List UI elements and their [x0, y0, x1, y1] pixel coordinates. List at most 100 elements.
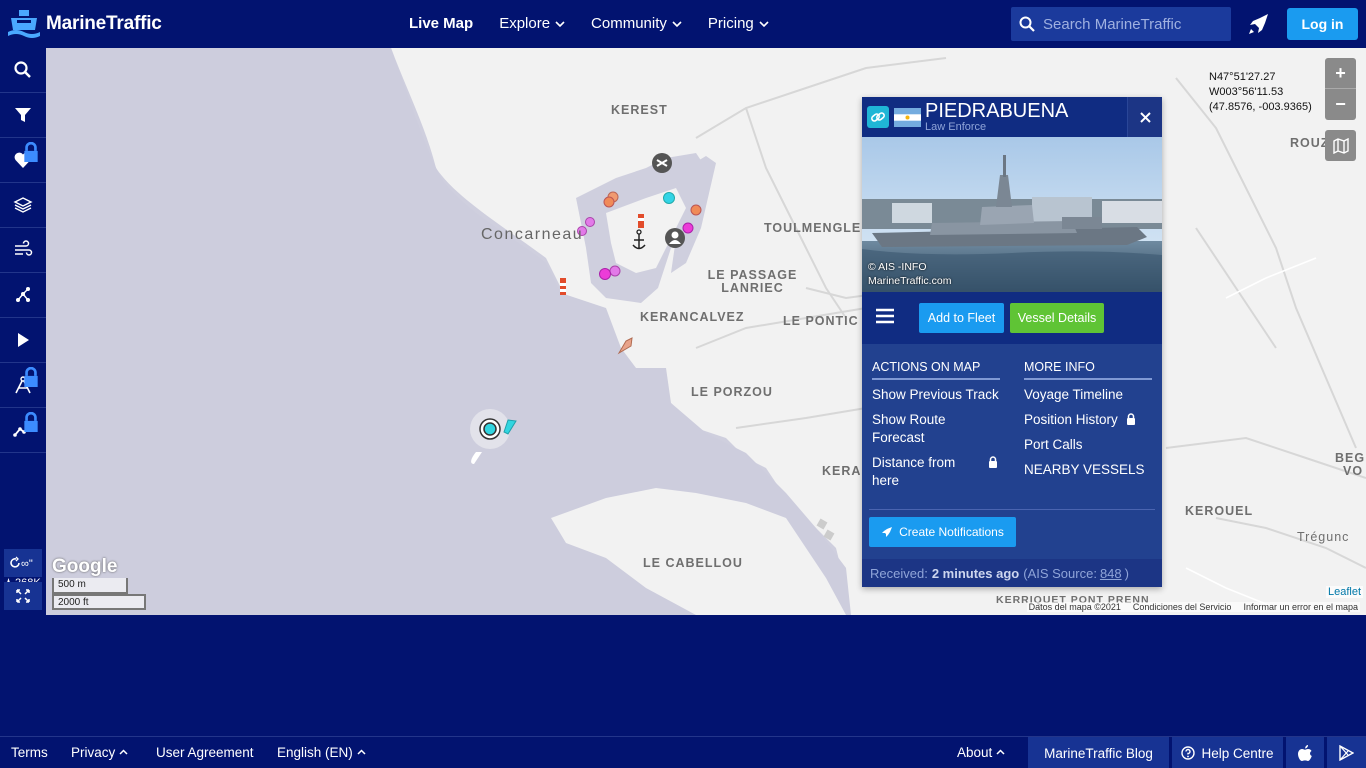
map-label: LE PASSAGE LANRIEC	[707, 268, 798, 295]
coord-decimal: (47.8576, -003.9365)	[1209, 101, 1312, 113]
wind-icon	[15, 240, 33, 256]
brand-logo[interactable]: MarineTraffic	[8, 9, 162, 39]
expand-icon	[16, 589, 30, 603]
photo-credit: © AIS -INFO MarineTraffic.com	[868, 260, 951, 288]
left-toolbar: 268K ∞"	[0, 48, 46, 615]
nav-live-map-label: Live Map	[409, 15, 474, 32]
search-box	[1011, 7, 1231, 41]
footer-user-agreement-link[interactable]: User Agreement	[156, 745, 254, 760]
voyage-timeline-link[interactable]: Voyage Timeline	[1024, 386, 1152, 404]
vessel-photo[interactable]: © AIS -INFO MarineTraffic.com	[862, 137, 1162, 292]
distance-from-here-link[interactable]: Distance from here	[872, 454, 1002, 490]
create-notifications-button[interactable]: Create Notifications	[869, 517, 1016, 547]
footer-ios-app-link[interactable]	[1286, 737, 1324, 768]
port-calls-label: Port Calls	[1024, 437, 1083, 452]
fullscreen-button[interactable]	[4, 582, 42, 610]
apple-icon	[1298, 745, 1312, 761]
argentina-flag-icon	[894, 108, 921, 127]
attribution-report-link[interactable]: Informar un error en el mapa	[1243, 602, 1358, 612]
footer-help-centre-label: Help Centre	[1201, 745, 1274, 761]
link-icon	[871, 112, 885, 122]
sidebar-search-button[interactable]	[0, 48, 46, 93]
map-label: LE PONTIC	[783, 314, 859, 328]
vessel-name[interactable]: PIEDRABUENA	[925, 100, 1068, 123]
sidebar-filter-button[interactable]	[0, 93, 46, 138]
footer-blog-label: MarineTraffic Blog	[1044, 745, 1153, 761]
lock-icon	[1126, 413, 1135, 425]
google-play-icon	[1339, 745, 1354, 761]
footer-android-app-link[interactable]	[1327, 737, 1366, 768]
vessel-details-button[interactable]: Vessel Details	[1010, 303, 1104, 333]
attribution-terms-link[interactable]: Condiciones del Servicio	[1133, 602, 1232, 612]
nav-community[interactable]: Community	[591, 15, 682, 32]
share-link-button[interactable]	[867, 106, 889, 128]
port-calls-link[interactable]: Port Calls	[1024, 436, 1152, 454]
sidebar-density-button[interactable]	[0, 273, 46, 318]
live-map[interactable]: KEREST Concarneau TOULMENGLE LE PASSAGE …	[46, 48, 1366, 615]
sidebar-layers-button[interactable]	[0, 183, 46, 228]
map-type-button[interactable]	[1325, 130, 1356, 161]
lock-icon	[24, 412, 38, 432]
lock-icon	[989, 456, 997, 468]
received-label: Received:	[870, 565, 928, 581]
more-info-title: MORE INFO	[1024, 360, 1152, 380]
vessel-popup-toolbar: Add to Fleet Vessel Details	[862, 292, 1162, 344]
show-previous-track-link[interactable]: Show Previous Track	[872, 386, 1002, 404]
coord-lat: N47°51'27.27	[1209, 71, 1276, 83]
zoom-out-button[interactable]: −	[1325, 89, 1356, 120]
chevron-down-icon	[555, 20, 565, 27]
footer-language-menu[interactable]: English (EN)	[277, 745, 366, 760]
sidebar-weather-button[interactable]	[0, 228, 46, 273]
map-label: Concarneau	[481, 226, 584, 243]
footer-about-menu[interactable]: About	[957, 745, 1005, 760]
ship-logo-icon	[8, 10, 40, 38]
map-label: KEREST	[611, 103, 668, 117]
map-icon	[1332, 137, 1349, 154]
ais-source-link[interactable]: 848	[1100, 566, 1122, 581]
nav-pricing[interactable]: Pricing	[708, 15, 769, 32]
add-to-fleet-button[interactable]: Add to Fleet	[919, 303, 1004, 333]
sidebar-playback-button[interactable]	[0, 318, 46, 363]
map-scale: 500 m 2000 ft	[52, 578, 146, 610]
footer-language-label: English (EN)	[277, 745, 353, 760]
nav-community-label: Community	[591, 15, 667, 32]
play-icon	[18, 333, 29, 347]
lock-icon	[24, 142, 38, 162]
position-history-link[interactable]: Position History	[1024, 411, 1152, 429]
chevron-up-icon	[119, 749, 128, 755]
show-route-forecast-link[interactable]: Show Route Forecast	[872, 411, 982, 447]
nav-live-map[interactable]: Live Map	[409, 15, 473, 32]
show-route-forecast-label: Show Route Forecast	[872, 412, 946, 445]
login-button[interactable]: Log in	[1287, 8, 1358, 40]
zoom-in-button[interactable]: +	[1325, 58, 1356, 89]
sidebar-favorites-button[interactable]	[0, 138, 46, 183]
footer-terms-link[interactable]: Terms	[11, 745, 48, 760]
footer-help-centre-link[interactable]: Help Centre	[1172, 737, 1283, 768]
map-attribution: Datos del mapa ©2021 Condiciones del Ser…	[1026, 602, 1360, 612]
show-previous-track-label: Show Previous Track	[872, 387, 999, 402]
position-history-label: Position History	[1024, 412, 1118, 427]
close-popup-button[interactable]	[1127, 97, 1162, 137]
sidebar-measure-button[interactable]	[0, 363, 46, 408]
main-nav: Live Map Explore Community Pricing	[409, 15, 795, 32]
nearby-vessels-label: NEARBY VESSELS	[1024, 462, 1145, 477]
map-label: VO	[1343, 464, 1364, 478]
menu-icon[interactable]	[876, 307, 894, 325]
notifications-rocket-icon[interactable]	[1247, 12, 1271, 36]
footer-blog-link[interactable]: MarineTraffic Blog	[1028, 737, 1169, 768]
footer-privacy-menu[interactable]: Privacy	[71, 745, 128, 760]
map-label: KERANCALVEZ	[640, 310, 745, 324]
nav-explore[interactable]: Explore	[499, 15, 565, 32]
refresh-toggle-button[interactable]: ∞"	[4, 549, 42, 577]
footer-user-agreement-label: User Agreement	[156, 745, 254, 760]
nearby-vessels-link[interactable]: NEARBY VESSELS	[1024, 461, 1152, 479]
svg-text:∞": ∞"	[21, 558, 33, 570]
vessel-popup-header: PIEDRABUENA Law Enforce	[862, 97, 1162, 137]
actions-on-map-title: ACTIONS ON MAP	[872, 360, 1000, 380]
sidebar-analytics-button[interactable]	[0, 408, 46, 453]
leaflet-link[interactable]: Leaflet	[1326, 586, 1364, 598]
distance-from-here-label: Distance from here	[872, 455, 956, 488]
search-input[interactable]	[1043, 15, 1223, 33]
coord-lon: W003°56'11.53	[1209, 86, 1284, 98]
voyage-timeline-label: Voyage Timeline	[1024, 387, 1124, 402]
